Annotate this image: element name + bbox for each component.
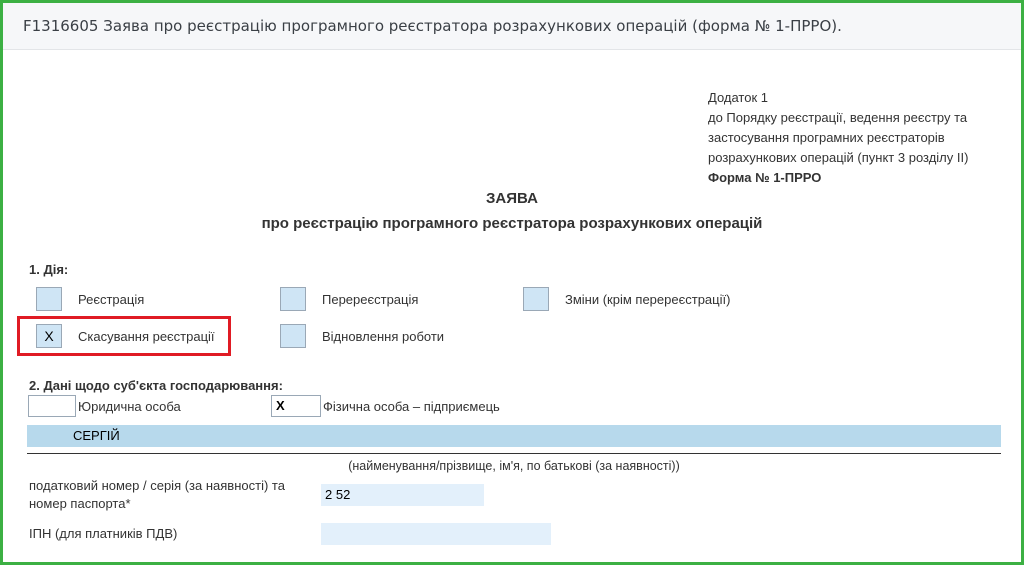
section-1-label: 1. Дія: bbox=[29, 262, 69, 277]
annex-form-number: Форма № 1-ПРРО bbox=[708, 170, 822, 185]
document-subtitle: про реєстрацію програмного реєстратора р… bbox=[261, 215, 763, 232]
checkbox-restore-work[interactable] bbox=[280, 324, 306, 348]
app-frame: F1316605 Заява про реєстрацію програмног… bbox=[0, 0, 1024, 565]
divider bbox=[27, 453, 1001, 454]
annex-line: розрахункових операцій (пункт 3 розділу … bbox=[708, 150, 969, 165]
annex-line: застосування програмних реєстраторів bbox=[708, 130, 945, 145]
tax-number-field[interactable]: 2 52 bbox=[321, 484, 484, 506]
checkbox-legal-entity-label: Юридична особа bbox=[78, 399, 181, 414]
section-2-label: 2. Дані щодо суб'єкта господарювання: bbox=[29, 378, 283, 393]
entity-name-caption: (найменування/прізвище, ім'я, по батьков… bbox=[348, 459, 680, 473]
checkbox-registration-label: Реєстрація bbox=[78, 292, 145, 307]
form-header: F1316605 Заява про реєстрацію програмног… bbox=[3, 3, 1021, 50]
ipn-label: ІПН (для платників ПДВ) bbox=[29, 526, 178, 541]
checkbox-reregistration-label: Перереєстрація bbox=[322, 292, 419, 307]
annex-note: Додаток 1 до Порядку реєстрації, ведення… bbox=[708, 88, 968, 188]
annex-line: до Порядку реєстрації, ведення реєстру т… bbox=[708, 110, 968, 125]
entity-name-field[interactable]: СЕРГІЙ bbox=[27, 425, 1001, 447]
checkbox-reregistration[interactable] bbox=[280, 287, 306, 311]
checkbox-changes-label: Зміни (крім перереєстрації) bbox=[565, 292, 731, 307]
annex-line: Додаток 1 bbox=[708, 90, 768, 105]
highlight-frame bbox=[17, 316, 231, 356]
tax-number-label: податковий номер / серія (за наявності) … bbox=[29, 478, 285, 511]
checkbox-changes[interactable] bbox=[523, 287, 549, 311]
checkbox-individual-entrepreneur-label: Фізична особа – підприємець bbox=[323, 399, 500, 414]
ipn-field[interactable] bbox=[321, 523, 551, 545]
checkbox-individual-entrepreneur[interactable]: Х bbox=[271, 395, 321, 417]
document-title: ЗАЯВА bbox=[486, 190, 538, 207]
checkbox-legal-entity[interactable] bbox=[28, 395, 76, 417]
checkbox-restore-work-label: Відновлення роботи bbox=[322, 329, 445, 344]
checkbox-registration[interactable] bbox=[36, 287, 62, 311]
form-header-title: F1316605 Заява про реєстрацію програмног… bbox=[23, 17, 842, 35]
